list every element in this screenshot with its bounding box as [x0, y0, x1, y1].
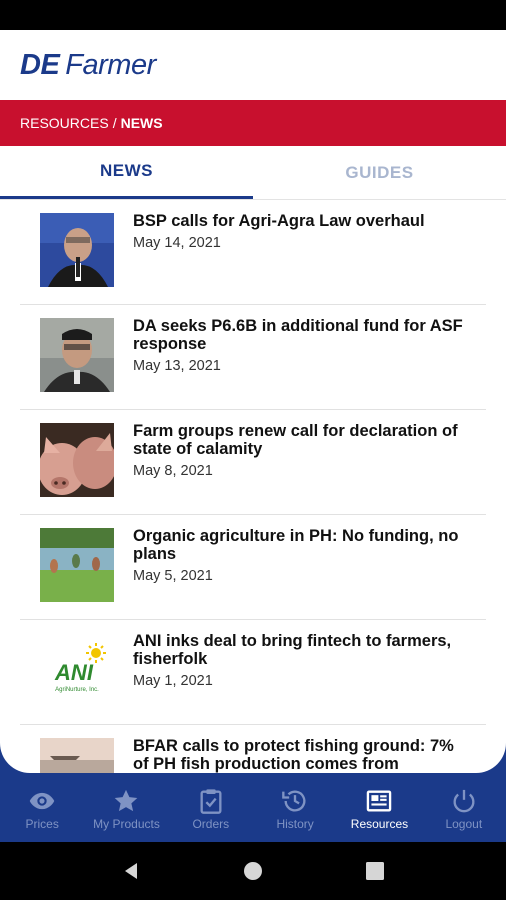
back-button[interactable]: [111, 851, 151, 891]
nav-label: Resources: [350, 816, 409, 831]
nav-prices[interactable]: Prices: [0, 773, 84, 842]
history-icon: [282, 790, 306, 812]
news-thumbnail: [40, 423, 114, 497]
news-title: Farm groups renew call for declaration o…: [133, 422, 458, 458]
news-thumbnail: [40, 318, 114, 392]
news-item[interactable]: BSP calls for Agri-Agra Law overhaul May…: [20, 200, 486, 305]
nav-label: History: [276, 816, 314, 831]
nav-history[interactable]: History: [253, 773, 337, 842]
tab-news[interactable]: NEWS: [0, 146, 253, 199]
app-header: DE Farmer: [0, 30, 506, 100]
recents-button[interactable]: [355, 851, 395, 891]
ani-logo-text: ANI: [54, 660, 94, 685]
breadcrumb: RESOURCES / NEWS: [0, 100, 506, 146]
nav-my-products[interactable]: My Products: [84, 773, 168, 842]
news-thumbnail: ANI AgriNurture, Inc.: [40, 633, 114, 707]
news-title: BFAR calls to protect fishing ground: 7%…: [133, 737, 454, 773]
breadcrumb-section[interactable]: RESOURCES: [20, 115, 109, 131]
news-title: DA seeks P6.6B in additional fund for AS…: [133, 317, 463, 353]
tab-bar: NEWS GUIDES: [0, 146, 506, 200]
news-item[interactable]: ANI AgriNurture, Inc. ANI inks deal to b…: [20, 620, 486, 725]
power-icon: [453, 789, 475, 812]
logo-farmer: Farmer: [65, 48, 156, 81]
news-thumbnail: [40, 213, 114, 287]
news-thumbnail: [40, 528, 114, 602]
ani-logo-subtext: AgriNurture, Inc.: [55, 687, 99, 693]
news-date: May 1, 2021: [133, 673, 213, 689]
back-triangle-icon: [125, 863, 137, 879]
breadcrumb-separator: /: [112, 115, 117, 131]
news-item[interactable]: Farm groups renew call for declaration o…: [20, 410, 486, 515]
news-date: May 14, 2021: [133, 235, 221, 251]
logo-de: DE: [20, 48, 60, 81]
recents-square-icon: [366, 862, 384, 880]
android-navigation-bar: [0, 842, 506, 900]
status-bar: [0, 0, 506, 30]
nav-logout[interactable]: Logout: [422, 773, 506, 842]
news-item[interactable]: BFAR calls to protect fishing ground: 7%…: [20, 725, 486, 773]
home-button[interactable]: [233, 851, 273, 891]
news-item[interactable]: Organic agriculture in PH: No funding, n…: [20, 515, 486, 620]
tab-guides[interactable]: GUIDES: [253, 146, 506, 199]
nav-label: Orders: [192, 816, 230, 831]
star-icon: [115, 789, 138, 811]
newspaper-icon: [367, 790, 392, 811]
eye-icon: [29, 792, 55, 809]
home-circle-icon: [244, 862, 262, 880]
news-title: BSP calls for Agri-Agra Law overhaul: [133, 212, 425, 230]
content-card: DE Farmer RESOURCES / NEWS NEWS GUIDES B…: [0, 30, 506, 773]
news-date: May 8, 2021: [133, 463, 213, 479]
bottom-nav: Prices My Products Orders History Resour…: [0, 773, 506, 842]
nav-label: Logout: [445, 816, 483, 831]
nav-label: Prices: [25, 816, 59, 831]
breadcrumb-current: NEWS: [120, 115, 163, 131]
news-thumbnail: [40, 738, 114, 773]
news-date: May 5, 2021: [133, 568, 213, 584]
news-list: BSP calls for Agri-Agra Law overhaul May…: [0, 200, 506, 773]
app-container: DE Farmer RESOURCES / NEWS NEWS GUIDES B…: [0, 30, 506, 842]
app-logo: DE Farmer: [20, 49, 156, 82]
clipboard-check-icon: [200, 788, 222, 814]
news-date: May 13, 2021: [133, 358, 221, 374]
nav-label: My Products: [93, 816, 160, 831]
news-title: Organic agriculture in PH: No funding, n…: [133, 527, 459, 563]
nav-orders[interactable]: Orders: [169, 773, 253, 842]
nav-resources[interactable]: Resources: [337, 773, 421, 842]
news-title: ANI inks deal to bring fintech to farmer…: [133, 632, 452, 668]
news-item[interactable]: DA seeks P6.6B in additional fund for AS…: [20, 305, 486, 410]
